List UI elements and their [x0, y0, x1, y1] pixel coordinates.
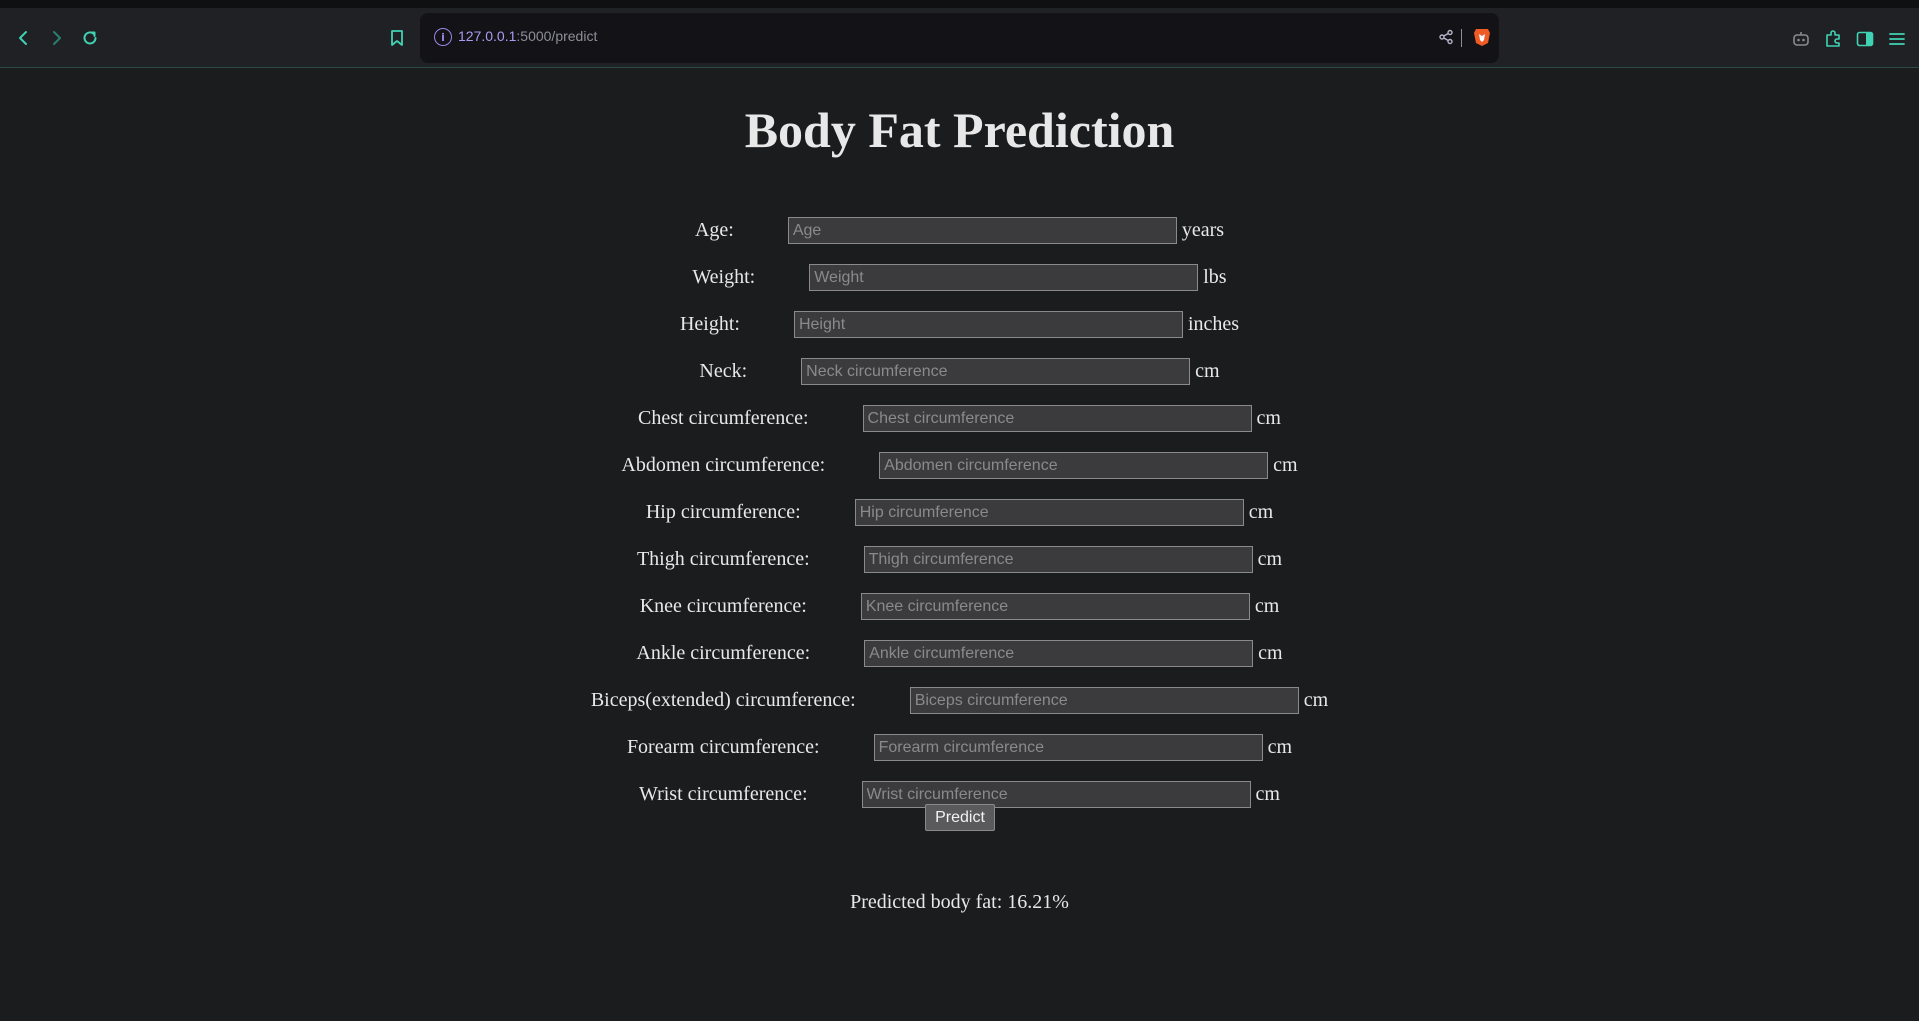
age-unit: years: [1181, 219, 1225, 241]
form-row-thigh: Thigh circumference: cm: [0, 536, 1919, 583]
sidebar-toggle-icon[interactable]: [1854, 28, 1876, 50]
menu-icon[interactable]: [1886, 28, 1908, 50]
url-host: 127.0.0.1: [458, 28, 517, 44]
height-input[interactable]: [793, 311, 1183, 338]
form-row-age: Age: years: [0, 207, 1919, 254]
form-row-ankle: Ankle circumference: cm: [0, 630, 1919, 677]
page-title: Body Fat Prediction: [744, 102, 1175, 158]
prediction-result: Predicted body fat: 16.21%: [850, 891, 1069, 913]
forearm-unit: cm: [1267, 736, 1293, 758]
neck-input[interactable]: [801, 358, 1191, 385]
brave-shield-icon[interactable]: [1473, 27, 1491, 47]
extensions-icon[interactable]: [1822, 28, 1844, 50]
predict-button[interactable]: Predict: [925, 804, 995, 831]
abdomen-input[interactable]: [879, 452, 1269, 479]
abdomen-label: Abdomen circumference:: [621, 454, 826, 476]
form-row-height: Height: inches: [0, 301, 1919, 348]
knee-input[interactable]: [860, 593, 1250, 620]
hip-label: Hip circumference:: [645, 501, 801, 523]
wrist-input[interactable]: [861, 781, 1251, 808]
page-content: Body Fat Prediction Age: years Weight: l…: [0, 69, 1919, 1021]
url-path: :5000/predict: [516, 28, 598, 44]
forearm-label: Forearm circumference:: [626, 736, 820, 758]
height-unit: inches: [1187, 313, 1240, 335]
leo-ai-icon[interactable]: [1790, 28, 1812, 50]
form-row-hip: Hip circumference: cm: [0, 489, 1919, 536]
reload-button[interactable]: [78, 26, 102, 50]
share-icon[interactable]: [1436, 27, 1456, 47]
neck-label: Neck:: [699, 360, 748, 382]
chest-label: Chest circumference:: [638, 407, 809, 429]
height-label: Height:: [679, 313, 740, 335]
wrist-label: Wrist circumference:: [639, 783, 808, 805]
ankle-input[interactable]: [864, 640, 1254, 667]
wrist-unit: cm: [1255, 783, 1280, 805]
address-bar[interactable]: i 127.0.0.1:5000/predict: [420, 13, 1499, 63]
form-row-forearm: Forearm circumference: cm: [0, 724, 1919, 771]
form-row-knee: Knee circumference: cm: [0, 583, 1919, 630]
bookmark-icon: [391, 30, 403, 46]
biceps-label: Biceps(extended) circumference:: [590, 689, 856, 711]
weight-label: Weight:: [692, 266, 756, 288]
bookmark-button[interactable]: [385, 26, 409, 50]
weight-input[interactable]: [809, 264, 1199, 291]
biceps-input[interactable]: [909, 687, 1299, 714]
abdomen-unit: cm: [1273, 454, 1298, 476]
thigh-input[interactable]: [863, 546, 1253, 573]
form-row-neck: Neck: cm: [0, 348, 1919, 395]
knee-unit: cm: [1254, 595, 1280, 617]
age-input[interactable]: [787, 217, 1177, 244]
ankle-unit: cm: [1258, 642, 1283, 664]
prediction-form: Age: years Weight: lbs Height: inches Ne…: [0, 207, 1919, 818]
back-arrow-icon: [19, 31, 27, 45]
forward-button[interactable]: [45, 26, 69, 50]
knee-label: Knee circumference:: [639, 595, 807, 617]
ankle-label: Ankle circumference:: [636, 642, 811, 664]
address-bar-divider: [1461, 29, 1462, 47]
browser-toolbar: i 127.0.0.1:5000/predict: [0, 8, 1919, 68]
age-label: Age:: [694, 219, 734, 241]
reload-icon: [83, 31, 97, 45]
biceps-unit: cm: [1303, 689, 1329, 711]
weight-unit: lbs: [1203, 266, 1227, 288]
forearm-input[interactable]: [873, 734, 1263, 761]
back-button[interactable]: [11, 26, 35, 50]
hip-input[interactable]: [854, 499, 1244, 526]
window-top-strip: [0, 0, 1919, 8]
hip-unit: cm: [1248, 501, 1274, 523]
form-row-weight: Weight: lbs: [0, 254, 1919, 301]
form-row-abdomen: Abdomen circumference: cm: [0, 442, 1919, 489]
chest-unit: cm: [1256, 407, 1281, 429]
chest-input[interactable]: [862, 405, 1252, 432]
neck-unit: cm: [1195, 360, 1220, 382]
thigh-label: Thigh circumference:: [636, 548, 810, 570]
url-text[interactable]: 127.0.0.1:5000/predict: [458, 28, 597, 44]
site-info-icon[interactable]: i: [434, 28, 452, 46]
forward-arrow-icon: [53, 31, 61, 45]
form-row-chest: Chest circumference: cm: [0, 395, 1919, 442]
form-row-biceps: Biceps(extended) circumference: cm: [0, 677, 1919, 724]
thigh-unit: cm: [1257, 548, 1283, 570]
